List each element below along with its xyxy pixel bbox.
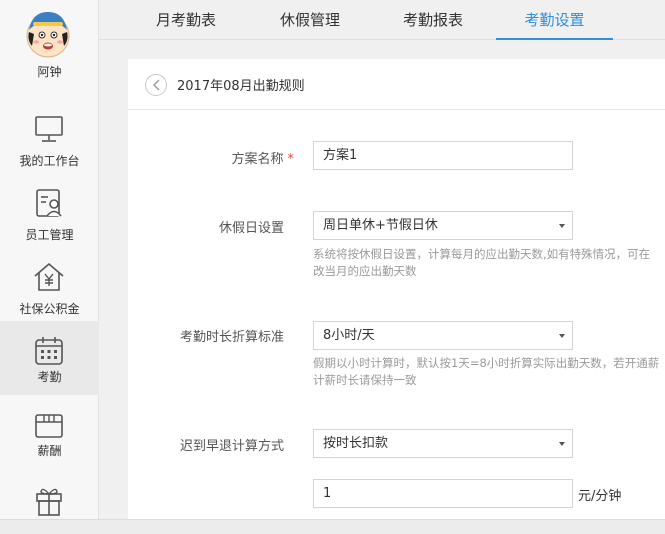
late-method-value: 按时长扣款 <box>323 436 389 451</box>
required-mark: * <box>287 152 295 167</box>
sidebar-item-label: 员工管理 <box>25 228 74 242</box>
chevron-down-icon <box>559 442 565 446</box>
scheme-name-label-text: 方案名称 <box>231 152 284 167</box>
sidebar-item-label: 我的工作台 <box>19 154 80 168</box>
scheme-name-input[interactable]: 方案1 <box>313 141 573 170</box>
user-profile[interactable]: 阿钟 <box>0 0 99 95</box>
holiday-setting-hint-2: 改当月的应出勤天数 <box>313 264 417 278</box>
sidebar: 阿钟 我的工作台 员工管理 社保公积金 考勤 薪酬 <box>0 0 99 520</box>
gift-icon <box>36 488 62 516</box>
duration-standard-label: 考勤时长折算标准 <box>179 330 284 345</box>
user-name: 阿钟 <box>37 65 62 79</box>
chevron-left-icon <box>153 79 160 91</box>
duration-standard-hint-1: 假期以小时计算时，默认按1天=8小时折算实际出勤天数，若开通薪 <box>313 356 660 370</box>
holiday-setting-hint-1: 系统将按休假日设置，计算每月的应出勤天数,如有特殊情况，可在 <box>313 247 651 261</box>
page-title: 2017年08月出勤规则 <box>177 79 305 94</box>
sidebar-item-benefits[interactable] <box>0 472 99 520</box>
sidebar-item-employees[interactable]: 员工管理 <box>0 179 99 253</box>
scheme-name-label: 方案名称 * <box>231 148 294 167</box>
deduction-unit: 元/分钟 <box>578 489 622 504</box>
holiday-setting-label: 休假日设置 <box>218 221 284 236</box>
employee-card-icon <box>36 189 62 217</box>
duration-standard-select[interactable]: 8小时/天 <box>313 321 573 350</box>
late-method-label: 迟到早退计算方式 <box>179 439 284 454</box>
chevron-down-icon <box>559 224 565 228</box>
sidebar-item-attendance[interactable]: 考勤 <box>0 321 99 395</box>
back-button[interactable] <box>145 74 167 96</box>
sidebar-item-label: 社保公积金 <box>19 302 80 316</box>
panel-header: 2017年08月出勤规则 <box>128 59 665 110</box>
duration-standard-hint-2: 计薪时长请保持一致 <box>313 373 417 387</box>
sidebar-item-label: 考勤 <box>37 370 62 384</box>
late-method-select[interactable]: 按时长扣款 <box>313 429 573 458</box>
tab-attendance-report[interactable]: 考勤报表 <box>381 0 485 40</box>
chevron-down-icon <box>559 334 565 338</box>
tab-attendance-settings[interactable]: 考勤设置 <box>496 0 613 40</box>
deduction-amount-input[interactable]: 1 <box>313 479 573 508</box>
holiday-setting-value: 周日单休+节假日休 <box>323 218 438 233</box>
bottom-bar <box>0 519 665 534</box>
sidebar-item-social-security[interactable]: 社保公积金 <box>0 253 99 327</box>
calendar-icon <box>35 337 63 365</box>
tab-leave-management[interactable]: 休假管理 <box>257 0 363 40</box>
sidebar-item-label: 薪酬 <box>37 444 62 458</box>
wallet-icon <box>35 414 63 438</box>
house-yen-icon <box>34 262 64 291</box>
tab-monthly-attendance[interactable]: 月考勤表 <box>135 0 237 40</box>
holiday-setting-select[interactable]: 周日单休+节假日休 <box>313 211 573 240</box>
sidebar-item-salary[interactable]: 薪酬 <box>0 395 99 469</box>
monitor-icon <box>35 116 63 142</box>
avatar[interactable] <box>24 8 72 60</box>
top-tabs: 月考勤表 休假管理 考勤报表 考勤设置 <box>99 0 665 40</box>
duration-standard-value: 8小时/天 <box>323 328 375 343</box>
sidebar-item-workbench[interactable]: 我的工作台 <box>0 105 99 179</box>
attendance-rules-panel: 2017年08月出勤规则 方案名称 * 方案1 休假日设置 周日单休+节假日休 系… <box>128 59 665 520</box>
